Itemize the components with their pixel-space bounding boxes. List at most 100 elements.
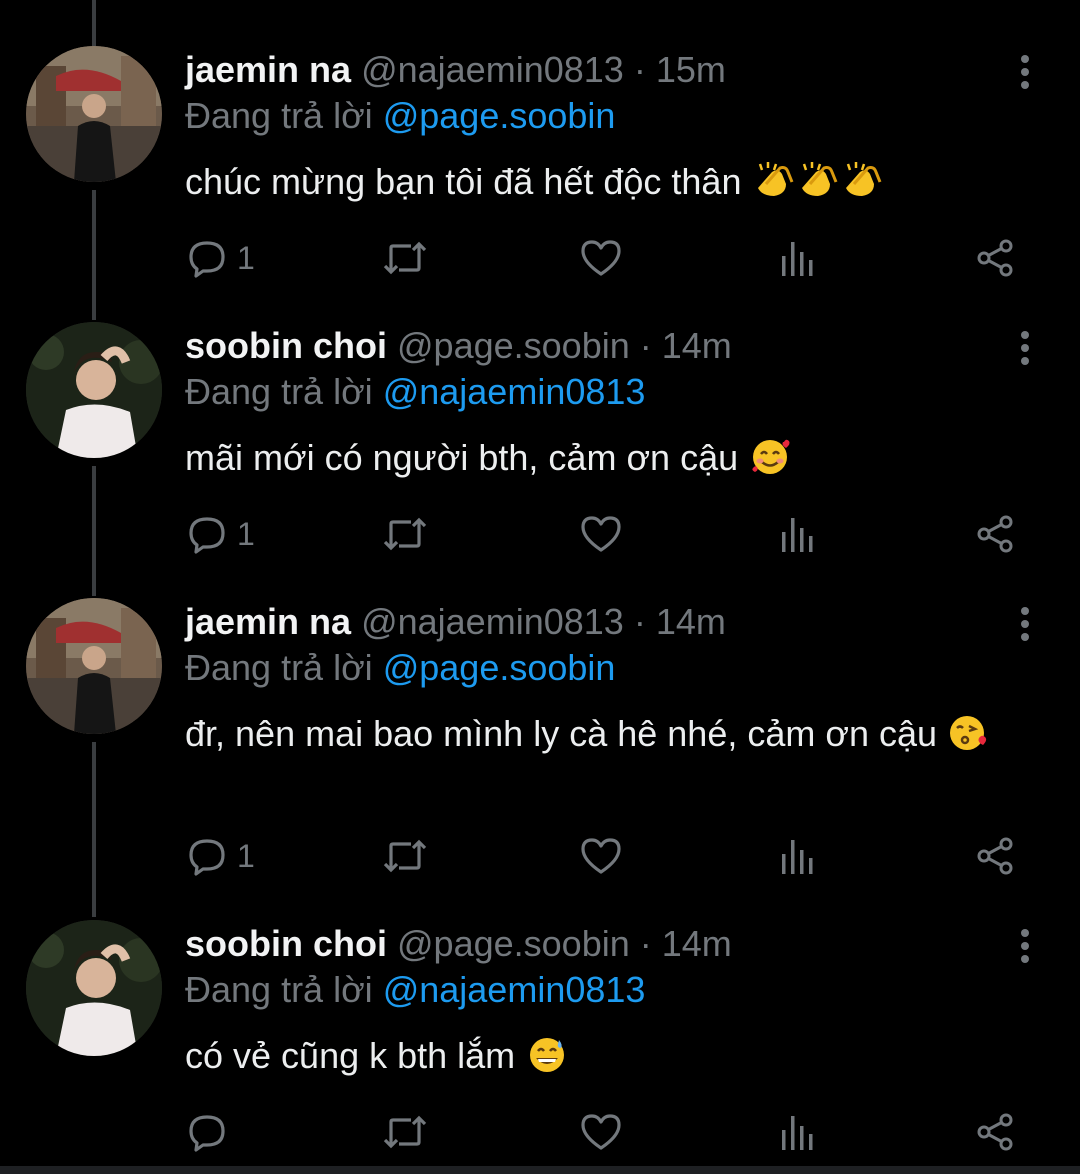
heart-icon	[581, 1114, 621, 1150]
reply-tweet[interactable]: soobin choi @page.soobin · 14m Đang trả …	[0, 920, 1080, 1160]
reply-count: 1	[237, 838, 255, 874]
retweet-icon	[383, 241, 427, 275]
retweet-button[interactable]	[383, 236, 427, 280]
tweet-header: soobin choi @page.soobin · 14m	[185, 920, 732, 968]
thread-line	[92, 0, 96, 48]
display-name[interactable]: soobin choi	[185, 923, 387, 964]
reply-tweet[interactable]: soobin choi @page.soobin · 14m Đang trả …	[0, 322, 1080, 562]
reply-count: 1	[237, 240, 255, 276]
reply-button[interactable]: 1	[187, 236, 255, 280]
timestamp[interactable]: 15m	[656, 49, 726, 90]
share-button[interactable]	[975, 834, 1015, 878]
tweet-header: soobin choi @page.soobin · 14m	[185, 322, 732, 370]
tweet-body: mãi mới có người bth, cảm ơn cậu	[185, 437, 739, 478]
like-button[interactable]	[580, 236, 622, 280]
reply-icon	[189, 241, 225, 278]
tweet-text: mãi mới có người bth, cảm ơn cậu	[185, 430, 1045, 486]
timestamp[interactable]: 14m	[662, 923, 732, 964]
replying-prefix: Đang trả lời	[185, 95, 373, 136]
smiling-face-with-hearts-emoji	[748, 436, 792, 476]
reply-mention-link[interactable]: @najaemin0813	[383, 969, 646, 1010]
avatar[interactable]	[26, 322, 162, 458]
tweet-text: có vẻ cũng k bth lắm	[185, 1028, 1045, 1084]
reply-mention-link[interactable]: @page.soobin	[383, 647, 616, 688]
tweet-text: chúc mừng bạn tôi đã hết độc thân	[185, 154, 1045, 210]
tweet-body: có vẻ cũng k bth lắm	[185, 1035, 516, 1076]
bottom-divider	[0, 1166, 1080, 1174]
user-handle[interactable]: @najaemin0813	[361, 601, 624, 642]
analytics-button[interactable]	[780, 512, 814, 556]
reply-tweet[interactable]: jaemin na @najaemin0813 · 15m Đang trả l…	[0, 46, 1080, 286]
separator-dot: ·	[639, 923, 652, 964]
analytics-button[interactable]	[780, 236, 814, 280]
reply-icon	[189, 1115, 225, 1152]
user-handle[interactable]: @page.soobin	[397, 923, 630, 964]
retweet-button[interactable]	[383, 1110, 427, 1154]
avatar[interactable]	[26, 920, 162, 1056]
tweet-header: jaemin na @najaemin0813 · 15m	[185, 46, 726, 94]
separator-dot: ·	[633, 49, 646, 90]
reply-tweet[interactable]: jaemin na @najaemin0813 · 14m Đang trả l…	[0, 598, 1080, 888]
like-button[interactable]	[580, 512, 622, 556]
replying-to: Đang trả lời @page.soobin	[185, 92, 615, 140]
reply-button[interactable]	[187, 1110, 237, 1154]
share-icon	[977, 1113, 1013, 1151]
reply-mention-link[interactable]: @najaemin0813	[383, 371, 646, 412]
tweet-text: đr, nên mai bao mình ly cà hê nhé, cảm ơ…	[185, 706, 1015, 762]
display-name[interactable]: soobin choi	[185, 325, 387, 366]
share-button[interactable]	[975, 236, 1015, 280]
retweet-button[interactable]	[383, 512, 427, 556]
reply-icon	[189, 839, 225, 876]
analytics-button[interactable]	[780, 834, 814, 878]
retweet-icon	[383, 1115, 427, 1149]
retweet-icon	[383, 839, 427, 873]
analytics-icon	[782, 1116, 813, 1150]
reply-count: 1	[237, 516, 255, 552]
more-options-icon[interactable]	[1010, 926, 1040, 966]
tweet-body: đr, nên mai bao mình ly cà hê nhé, cảm ơ…	[185, 713, 938, 754]
separator-dot: ·	[633, 601, 646, 642]
clapping-hands-emoji	[752, 160, 796, 200]
tweet-header: jaemin na @najaemin0813 · 14m	[185, 598, 726, 646]
analytics-button[interactable]	[780, 1110, 814, 1154]
more-options-icon[interactable]	[1010, 604, 1040, 644]
replying-to: Đang trả lời @najaemin0813	[185, 368, 645, 416]
reply-button[interactable]: 1	[187, 512, 255, 556]
retweet-icon	[383, 517, 427, 551]
clapping-hands-emoji	[796, 160, 840, 200]
separator-dot: ·	[639, 325, 652, 366]
share-icon	[977, 837, 1013, 875]
analytics-icon	[782, 518, 813, 552]
more-options-icon[interactable]	[1010, 328, 1040, 368]
share-icon	[977, 515, 1013, 553]
analytics-icon	[782, 840, 813, 874]
avatar[interactable]	[26, 598, 162, 734]
tweet-body: chúc mừng bạn tôi đã hết độc thân	[185, 161, 742, 202]
heart-icon	[581, 240, 621, 276]
avatar[interactable]	[26, 46, 162, 182]
reply-icon	[189, 517, 225, 554]
more-options-icon[interactable]	[1010, 52, 1040, 92]
share-icon	[977, 239, 1013, 277]
display-name[interactable]: jaemin na	[185, 49, 351, 90]
analytics-icon	[782, 242, 813, 276]
share-button[interactable]	[975, 1110, 1015, 1154]
timestamp[interactable]: 14m	[662, 325, 732, 366]
reply-mention-link[interactable]: @page.soobin	[383, 95, 616, 136]
timestamp[interactable]: 14m	[656, 601, 726, 642]
heart-icon	[581, 516, 621, 552]
user-handle[interactable]: @page.soobin	[397, 325, 630, 366]
replying-to: Đang trả lời @najaemin0813	[185, 966, 645, 1014]
replying-prefix: Đang trả lời	[185, 371, 373, 412]
display-name[interactable]: jaemin na	[185, 601, 351, 642]
share-button[interactable]	[975, 512, 1015, 556]
like-button[interactable]	[580, 834, 622, 878]
like-button[interactable]	[580, 1110, 622, 1154]
grinning-face-with-sweat-emoji	[525, 1034, 569, 1074]
user-handle[interactable]: @najaemin0813	[361, 49, 624, 90]
retweet-button[interactable]	[383, 834, 427, 878]
reply-button[interactable]: 1	[187, 834, 255, 878]
heart-icon	[581, 838, 621, 874]
tweet-actions: 1	[185, 834, 1035, 878]
tweet-actions: 1	[185, 236, 1035, 280]
